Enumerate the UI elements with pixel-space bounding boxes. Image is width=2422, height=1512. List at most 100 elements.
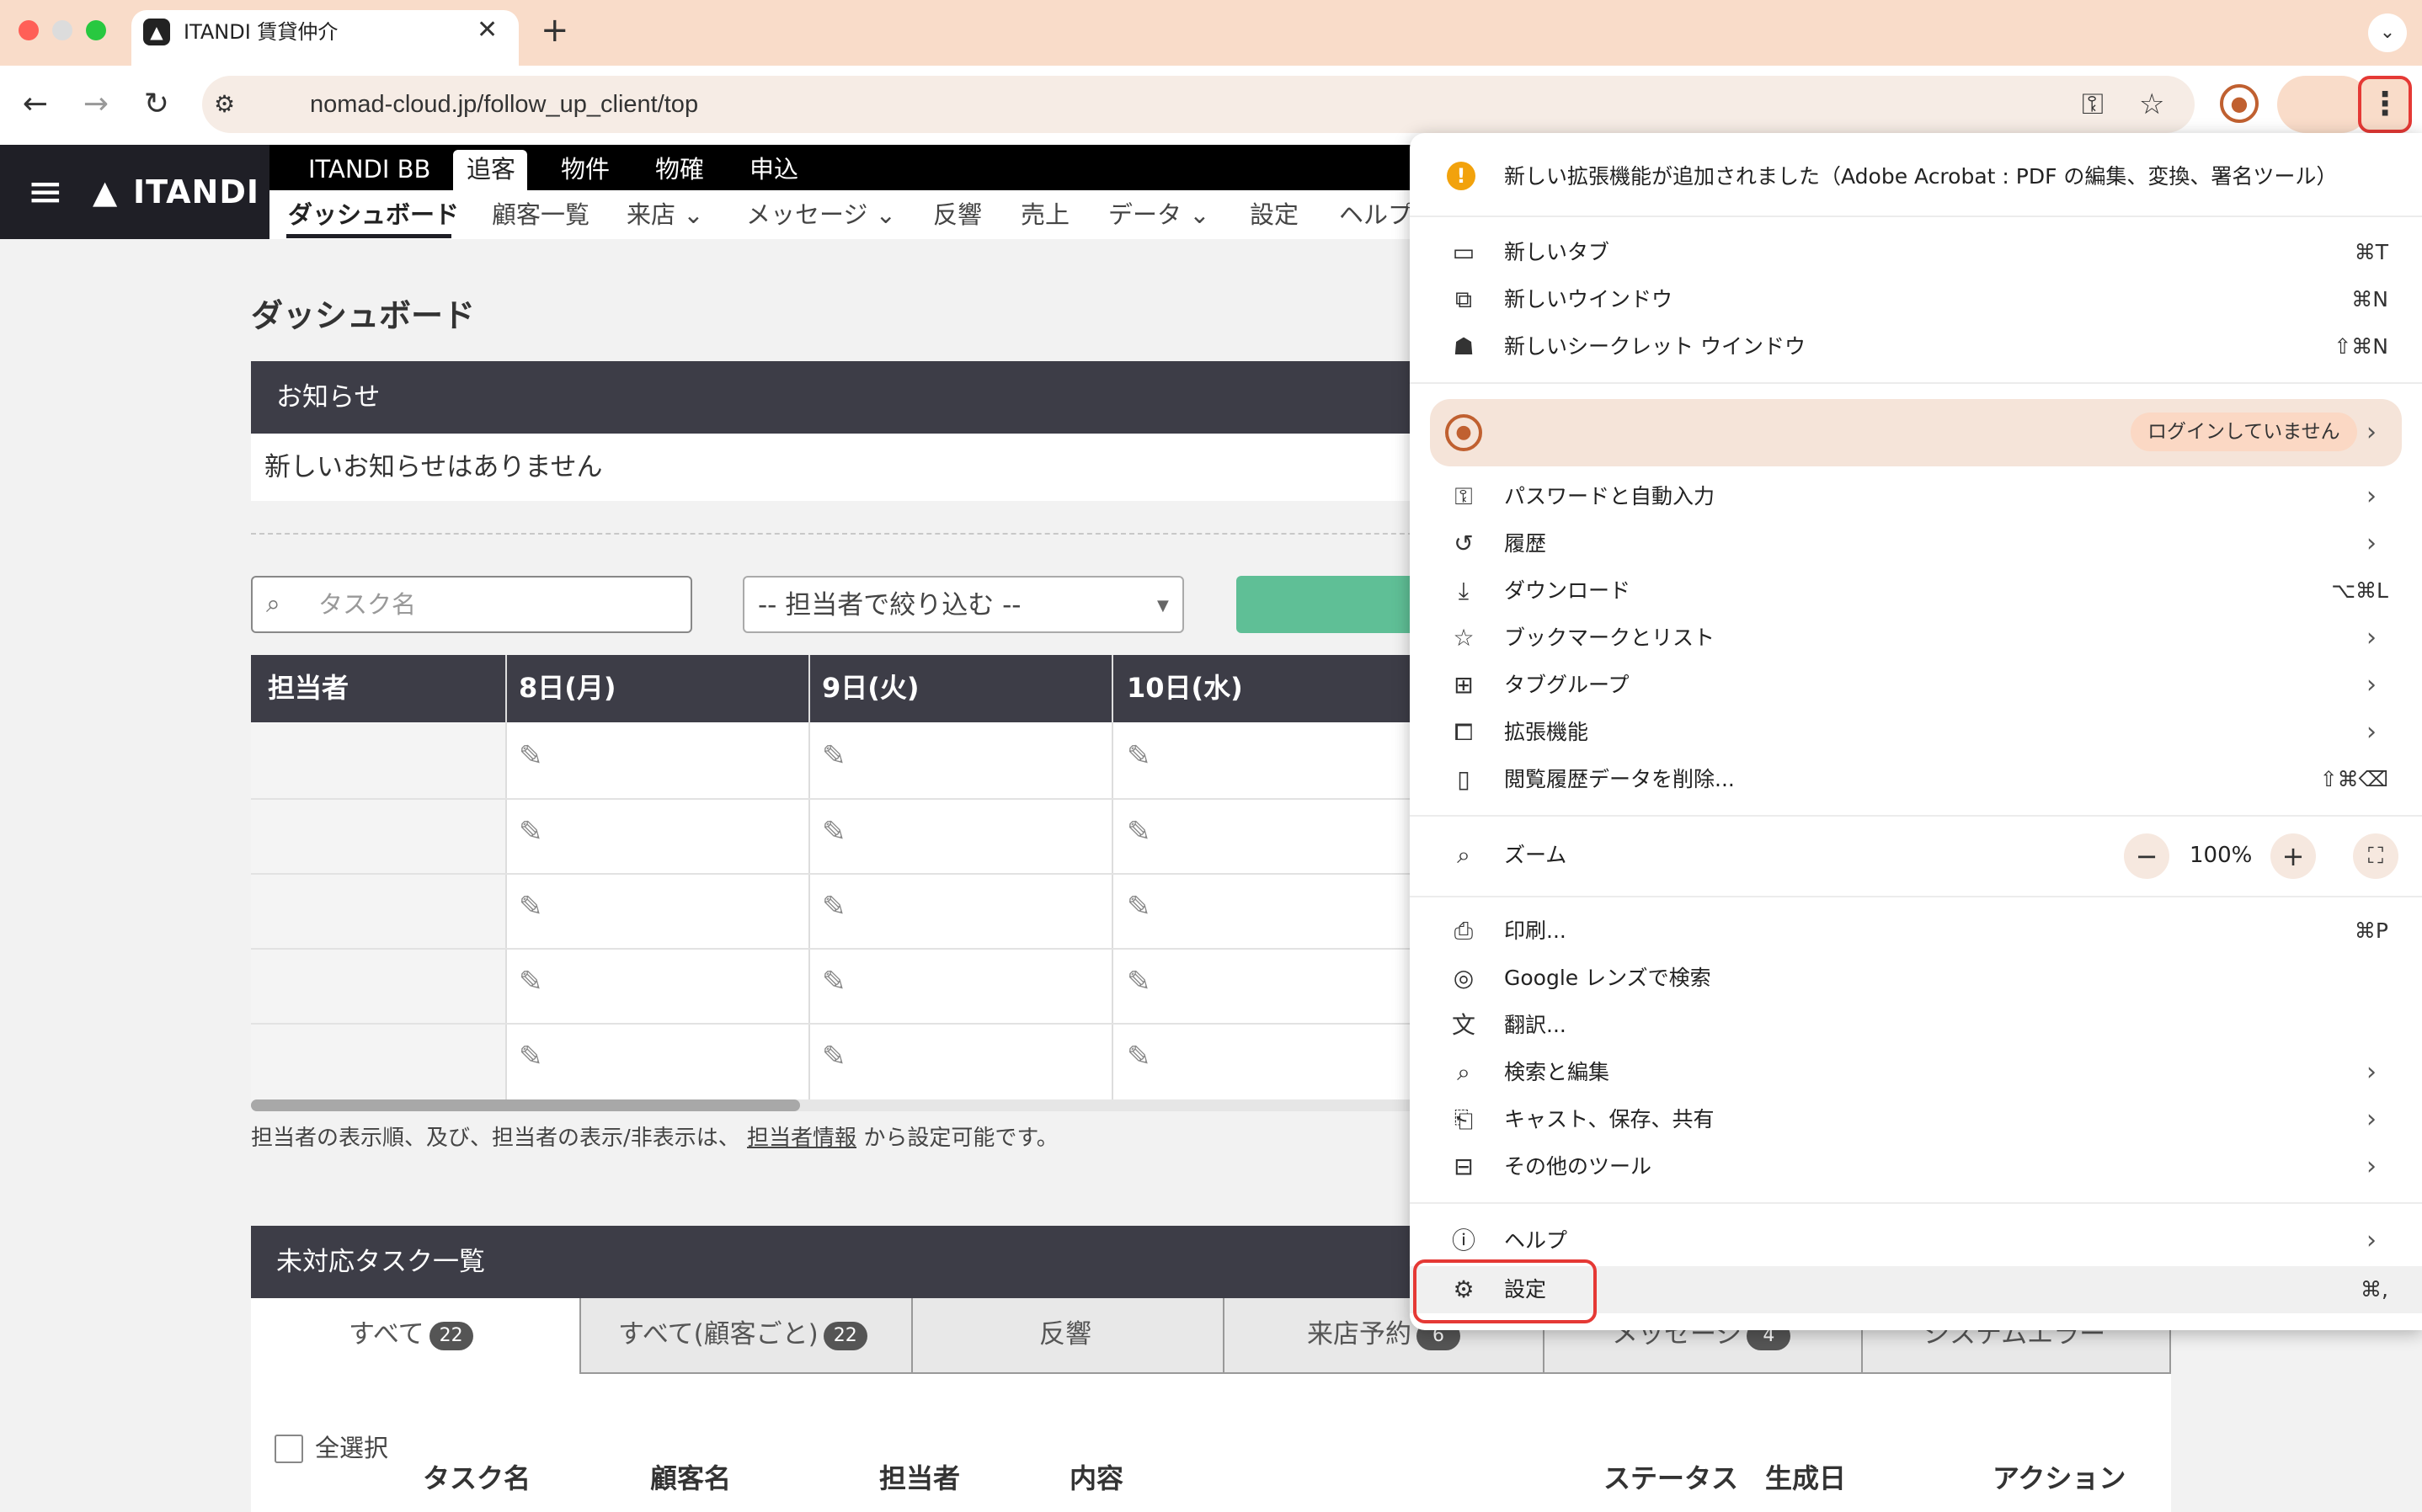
new-tab-button[interactable]: + <box>541 12 569 49</box>
sub-nav-settings[interactable]: 設定 <box>1250 197 1299 232</box>
menu-passwords-autofill[interactable]: パスワードと自動入力 <box>1504 480 1715 514</box>
bookmark-star-icon[interactable]: ☆ <box>2139 84 2164 125</box>
trash-icon: ▯ <box>1457 765 1470 793</box>
cast-save-icon: ⎗ <box>1454 1105 1474 1133</box>
grid-col-divider <box>505 655 507 1101</box>
sub-nav-visits[interactable]: 来店 ⌄ <box>627 197 704 232</box>
top-nav-tsuikyaku[interactable]: 追客 <box>467 150 515 189</box>
not-signed-in-badge[interactable]: ログインしていません <box>2131 413 2357 451</box>
primary-action-button[interactable] <box>1236 576 1422 633</box>
menu-new-window[interactable]: 新しいウインドウ <box>1504 283 1672 317</box>
select-all-checkbox[interactable] <box>275 1435 303 1463</box>
col-customer-name[interactable]: 顧客名 <box>650 1460 731 1497</box>
tab-search-button[interactable]: ⌄ <box>2368 13 2407 52</box>
edit-task-icon[interactable]: ✎ <box>519 1040 543 1073</box>
top-nav-moushikomi[interactable]: 申込 <box>750 150 798 189</box>
edit-task-icon[interactable]: ✎ <box>1127 1040 1151 1073</box>
menu-separator <box>1410 1202 2422 1204</box>
sub-nav-dashboard[interactable]: ダッシュボード <box>288 197 459 232</box>
minimize-window-button[interactable] <box>52 20 72 40</box>
url-text[interactable]: nomad-cloud.jp/follow_up_client/top <box>310 86 698 123</box>
menu-find-edit[interactable]: 検索と編集 <box>1504 1056 1609 1089</box>
col-assignee[interactable]: 担当者 <box>879 1460 960 1497</box>
close-window-button[interactable] <box>19 20 39 40</box>
top-nav-bukkaku[interactable]: 物確 <box>655 150 704 189</box>
col-action[interactable]: アクション <box>1993 1460 2126 1497</box>
edit-task-icon[interactable]: ✎ <box>822 739 846 773</box>
grid-header-day-9: 9日(火) <box>822 672 920 704</box>
tasks-header-text: 未対応タスク一覧 <box>276 1247 485 1277</box>
edit-task-icon[interactable]: ✎ <box>822 1040 846 1073</box>
edit-task-icon[interactable]: ✎ <box>519 965 543 998</box>
maximize-window-button[interactable] <box>86 20 106 40</box>
profile-button[interactable] <box>2277 76 2370 133</box>
edit-task-icon[interactable]: ✎ <box>1127 890 1151 924</box>
sub-nav-data[interactable]: データ ⌄ <box>1108 197 1210 232</box>
menu-extension-notice[interactable]: 新しい拡張機能が追加されました（Adobe Acrobat : PDF の編集、… <box>1504 160 2337 194</box>
menu-translate[interactable]: 翻訳... <box>1504 1009 1566 1042</box>
menu-incognito-window[interactable]: 新しいシークレット ウインドウ <box>1504 330 1806 364</box>
profile-avatar-icon[interactable]: ● <box>2220 84 2259 123</box>
hamburger-menu-icon[interactable]: ≡ <box>27 170 64 214</box>
edit-task-icon[interactable]: ✎ <box>519 815 543 849</box>
zoom-magnifier-icon: ⌕ <box>1457 841 1470 869</box>
tab-close-icon[interactable]: ✕ <box>477 15 498 45</box>
task-search-input[interactable] <box>251 576 692 633</box>
edit-task-icon[interactable]: ✎ <box>822 965 846 998</box>
col-status[interactable]: ステータス <box>1603 1460 1738 1497</box>
reload-icon[interactable]: ↻ <box>136 84 177 125</box>
zoom-level: 100% <box>2190 843 2253 868</box>
assignee-info-link[interactable]: 担当者情報 <box>747 1126 856 1151</box>
edit-task-icon[interactable]: ✎ <box>1127 739 1151 773</box>
site-info-icon[interactable]: ⚙ <box>214 88 235 121</box>
itandi-logo[interactable]: ▲ ITANDI <box>93 172 259 212</box>
grid-header-assignee: 担当者 <box>268 672 349 704</box>
menu-new-tab[interactable]: 新しいタブ <box>1504 236 1609 269</box>
edit-task-icon[interactable]: ✎ <box>822 890 846 924</box>
settings-highlight-annotation <box>1413 1259 1597 1323</box>
key-icon: ⚿ <box>1454 482 1473 510</box>
grid-scrollbar-thumb[interactable] <box>251 1099 800 1111</box>
chevron-right-icon: › <box>2366 482 2377 511</box>
col-content[interactable]: 内容 <box>1070 1460 1123 1497</box>
warning-icon: ! <box>1447 162 1475 190</box>
menu-tab-groups[interactable]: タブグループ <box>1504 668 1630 702</box>
menu-zoom-label: ズーム <box>1504 843 1567 867</box>
sub-nav-help[interactable]: ヘルプ <box>1339 197 1412 232</box>
menu-clear-data-shortcut: ⇧⌘⌫ <box>2319 767 2388 791</box>
sub-nav-sales[interactable]: 売上 <box>1021 197 1070 232</box>
edit-task-icon[interactable]: ✎ <box>822 815 846 849</box>
menu-cast-save-share[interactable]: キャスト、保存、共有 <box>1504 1103 1715 1137</box>
col-task-name[interactable]: タスク名 <box>423 1460 531 1497</box>
print-icon: ⎙ <box>1454 917 1474 945</box>
back-icon[interactable]: ← <box>15 84 56 125</box>
chevron-right-icon: › <box>2366 717 2377 747</box>
sub-nav-customers[interactable]: 顧客一覧 <box>492 197 589 232</box>
forward-icon[interactable]: → <box>76 84 116 125</box>
menu-extensions[interactable]: 拡張機能 <box>1504 716 1588 749</box>
zoom-in-button[interactable]: + <box>2270 833 2316 879</box>
fullscreen-icon[interactable]: ⛶ <box>2353 833 2398 879</box>
menu-clear-browsing-data[interactable]: 閲覧履歴データを削除... <box>1504 763 1735 796</box>
menu-more-tools[interactable]: その他のツール <box>1504 1150 1651 1184</box>
edit-task-icon[interactable]: ✎ <box>1127 965 1151 998</box>
password-key-icon[interactable]: ⚿ <box>2082 84 2104 125</box>
menu-downloads[interactable]: ダウンロード <box>1504 574 1630 608</box>
sub-nav-responses[interactable]: 反響 <box>933 197 982 232</box>
edit-task-icon[interactable]: ✎ <box>519 890 543 924</box>
chrome-menu-icon[interactable]: ⋮ <box>2358 76 2412 133</box>
menu-history[interactable]: 履歴 <box>1504 527 1546 561</box>
edit-task-icon[interactable]: ✎ <box>1127 815 1151 849</box>
menu-bookmarks-lists[interactable]: ブックマークとリスト <box>1504 621 1715 655</box>
edit-task-icon[interactable]: ✎ <box>519 739 543 773</box>
top-nav-bukken[interactable]: 物件 <box>561 150 610 189</box>
menu-incognito-shortcut: ⇧⌘N <box>2334 334 2388 359</box>
menu-help[interactable]: ヘルプ <box>1504 1224 1567 1258</box>
col-created-date[interactable]: 生成日 <box>1765 1460 1846 1497</box>
menu-google-lens[interactable]: Google レンズで検索 <box>1504 961 1711 995</box>
zoom-out-button[interactable]: − <box>2124 833 2169 879</box>
menu-separator <box>1410 382 2422 384</box>
sub-nav-messages[interactable]: メッセージ ⌄ <box>746 197 896 232</box>
menu-print[interactable]: 印刷... <box>1504 914 1566 948</box>
top-nav-itandi-bb[interactable]: ITANDI BB <box>308 150 430 189</box>
